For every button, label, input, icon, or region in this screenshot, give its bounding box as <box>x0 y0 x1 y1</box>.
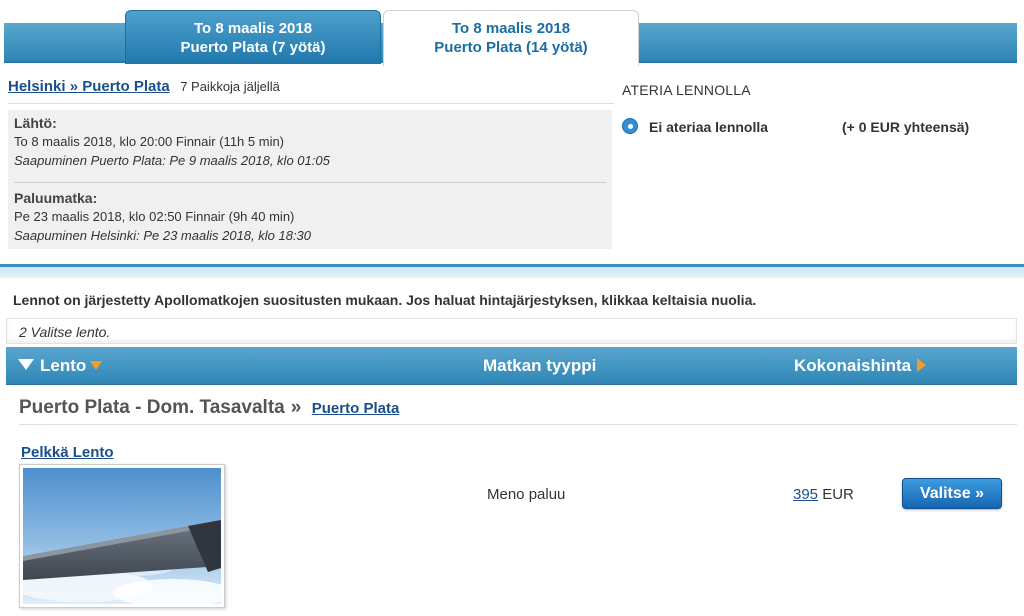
step-indicator: 2 Valitse lento. <box>6 318 1017 344</box>
outbound-info: To 8 maalis 2018, klo 20:00 Finnair (11h… <box>14 134 285 149</box>
destination-row: Puerto Plata - Dom. Tasavalta» Puerto Pl… <box>19 397 1017 425</box>
price-currency: EUR <box>822 486 854 503</box>
seats-remaining: 7 Paikkoja jäljellä <box>180 79 280 94</box>
return-title: Paluumatka: <box>14 190 98 206</box>
tab-7-nights[interactable]: To 8 maalis 2018 Puerto Plata (7 yötä) <box>125 10 381 64</box>
meal-radio-selected-icon[interactable] <box>622 118 638 134</box>
column-flight-sort[interactable]: Lento <box>18 356 103 376</box>
meal-section-title: ATERIA LENNOLLA <box>622 82 751 98</box>
outbound-title: Lähtö: <box>14 115 57 131</box>
tab-7-nights-date: To 8 maalis 2018 <box>193 20 313 37</box>
select-button[interactable]: Valitse » <box>902 478 1002 509</box>
meal-option-none[interactable]: Ei ateriaa lennolla (+ 0 EUR yhteensä) <box>622 117 1017 139</box>
column-total-price-sort[interactable]: Kokonaishinta <box>794 356 927 376</box>
tab-7-nights-label: Puerto Plata (7 yötä) <box>180 39 326 56</box>
meal-option-price: (+ 0 EUR yhteensä) <box>842 119 970 135</box>
destination-link[interactable]: Puerto Plata <box>312 400 400 417</box>
destination-name: Puerto Plata - Dom. Tasavalta <box>19 397 285 418</box>
return-arrival: Saapuminen Helsinki: Pe 23 maalis 2018, … <box>14 228 312 243</box>
flight-details: Lähtö: To 8 maalis 2018, klo 20:00 Finna… <box>8 110 612 249</box>
route-header: Helsinki » Puerto Plata 7 Paikkoja jälje… <box>8 78 614 104</box>
meal-option-label: Ei ateriaa lennolla <box>649 119 769 135</box>
tab-14-nights[interactable]: To 8 maalis 2018 Puerto Plata (14 yötä) <box>383 10 639 66</box>
route-link[interactable]: Helsinki » Puerto Plata <box>8 78 170 95</box>
segment-divider <box>14 182 606 183</box>
results-table-header: Lento Matkan tyyppi Kokonaishinta <box>6 347 1017 385</box>
sort-arrow-right-icon[interactable] <box>917 358 927 372</box>
tab-14-nights-date: To 8 maalis 2018 <box>451 20 571 37</box>
return-info: Pe 23 maalis 2018, klo 02:50 Finnair (9h… <box>14 209 295 224</box>
tab-14-nights-label: Puerto Plata (14 yötä) <box>434 39 588 56</box>
date-tab-bar: To 8 maalis 2018 Puerto Plata (7 yötä) T… <box>4 0 1017 70</box>
product-thumbnail[interactable] <box>19 464 225 608</box>
sort-note: Lennot on järjestetty Apollomatkojen suo… <box>13 292 757 308</box>
column-price-label: Kokonaishinta <box>794 356 912 375</box>
outbound-arrival: Saapuminen Puerto Plata: Pe 9 maalis 201… <box>14 153 330 168</box>
column-trip-type: Matkan tyyppi <box>483 356 597 375</box>
destination-separator: » <box>290 397 302 418</box>
airplane-wing-photo-icon <box>23 468 221 604</box>
column-flight-label: Lento <box>40 356 87 375</box>
triangle-down-icon <box>18 359 34 370</box>
section-divider-band <box>0 264 1024 278</box>
total-price: 395 EUR <box>793 486 854 503</box>
trip-type: Meno paluu <box>487 486 566 503</box>
sort-arrow-down-icon[interactable] <box>90 361 103 370</box>
price-value-link[interactable]: 395 <box>793 486 818 503</box>
product-link[interactable]: Pelkkä Lento <box>21 444 114 461</box>
